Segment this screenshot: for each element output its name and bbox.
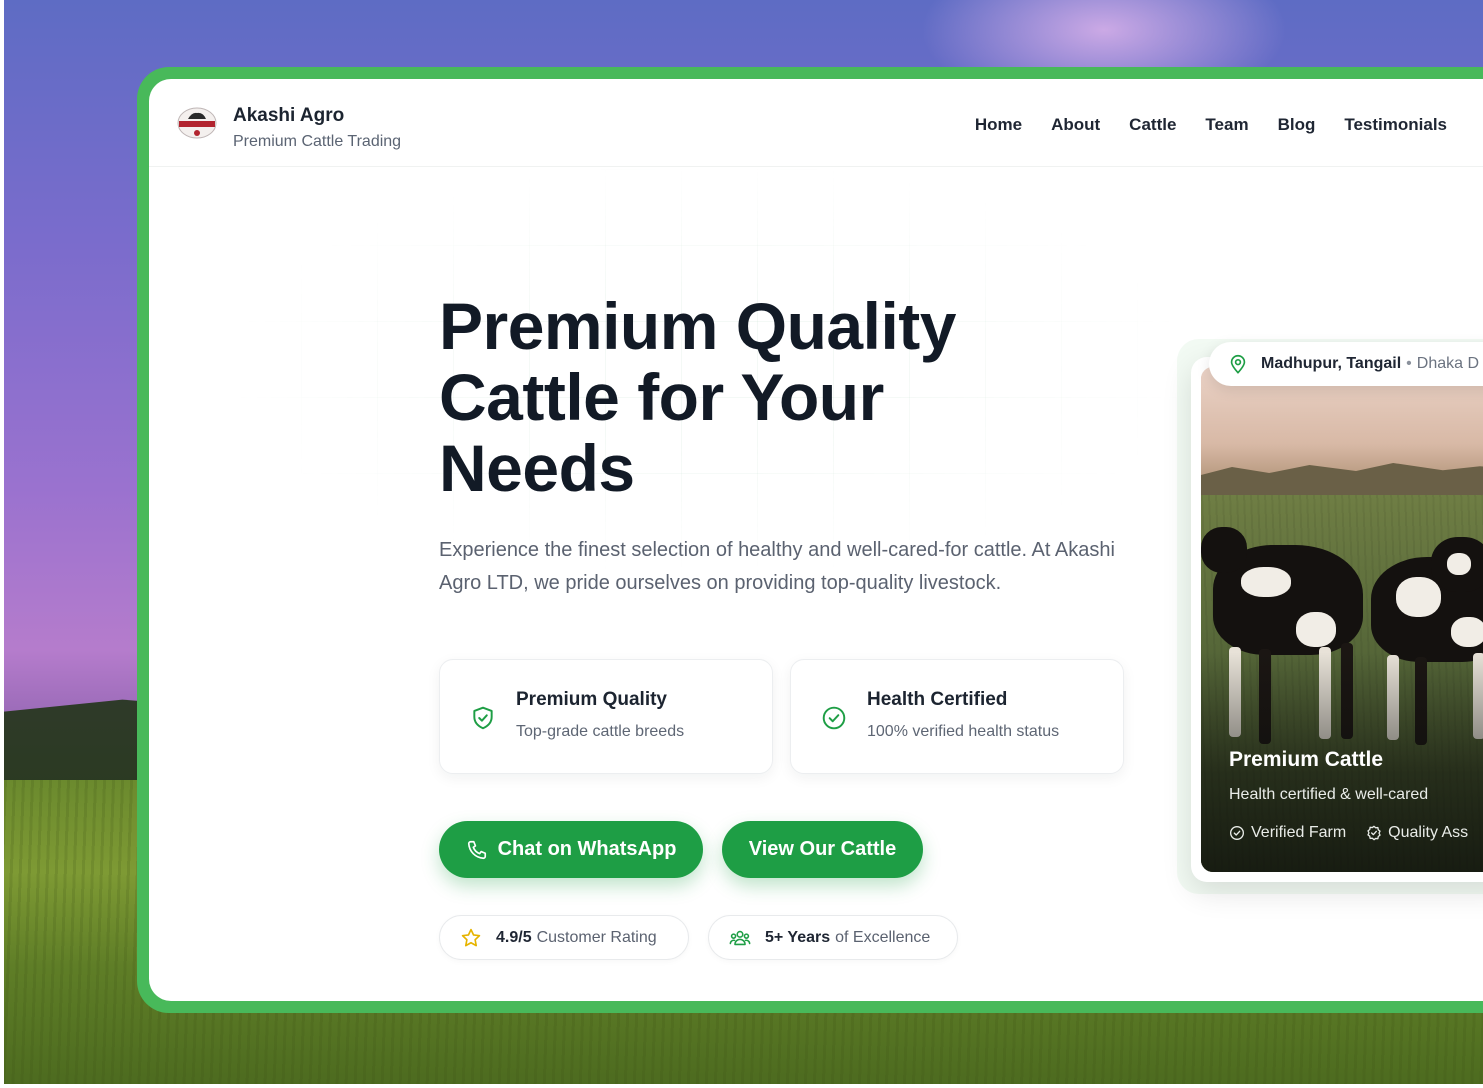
view-cattle-button[interactable]: View Our Cattle [722, 821, 923, 878]
brand-logo-icon[interactable] [176, 106, 218, 140]
chat-whatsapp-button[interactable]: Chat on WhatsApp [439, 821, 703, 878]
hero-title-line-3: Needs [439, 431, 635, 505]
cow-patch [1296, 612, 1336, 647]
feature-card-premium-quality: Premium Quality Top-grade cattle breeds [439, 659, 773, 774]
hero-title-line-2: Cattle for Your [439, 360, 884, 434]
page-viewport: Akashi Agro Premium Cattle Trading Home … [149, 79, 1483, 1001]
location-sub: Dhaka D [1416, 355, 1480, 372]
app-window-frame: Akashi Agro Premium Cattle Trading Home … [137, 67, 1483, 1013]
feature-subtitle: Top-grade cattle breeds [516, 723, 685, 740]
rating-label: Customer Rating [536, 928, 657, 946]
feature-subtitle: 100% verified health status [867, 723, 1060, 740]
verified-farm-label: Verified Farm [1251, 824, 1347, 841]
nav-testimonials[interactable]: Testimonials [1344, 115, 1447, 135]
feature-title: Health Certified [867, 689, 1008, 710]
shield-check-icon [473, 706, 493, 730]
cow-patch [1447, 553, 1471, 575]
chat-whatsapp-label: Chat on WhatsApp [497, 838, 677, 860]
quality-assured-label: Quality Ass [1388, 824, 1469, 841]
cow-head [1201, 527, 1247, 573]
premium-cattle-card[interactable]: Premium Cattle Health certified & well-c… [1191, 357, 1483, 882]
brand-tagline: Premium Cattle Trading [233, 133, 402, 150]
quality-assured-badge: Quality Ass [1366, 824, 1468, 842]
cow-patch [1396, 577, 1441, 617]
map-pin-icon [1230, 354, 1246, 374]
users-icon [729, 930, 751, 945]
experience-badge: 5+ Years of Excellence [708, 915, 958, 960]
nav-about[interactable]: About [1051, 115, 1100, 135]
years-label: of Excellence [835, 928, 931, 946]
rating-badge: 4.9/5 Customer Rating [439, 915, 689, 960]
verified-farm-badge: Verified Farm [1229, 824, 1346, 842]
hero-title: Premium Quality Cattle for Your Needs [439, 291, 1079, 504]
card-subtitle: Health certified & well-cared [1229, 786, 1429, 803]
view-cattle-label: View Our Cattle [748, 838, 897, 860]
feature-card-health-certified: Health Certified 100% verified health st… [790, 659, 1124, 774]
card-badges: Verified Farm Quality Ass [1229, 824, 1468, 842]
rating-value: 4.9/5 [496, 928, 532, 946]
location-main: Madhupur, Tangail [1261, 355, 1402, 372]
nav-blog[interactable]: Blog [1278, 115, 1316, 135]
main-nav: Home About Cattle Team Blog Testimonials [975, 115, 1447, 135]
hero-description: Experience the finest selection of healt… [439, 539, 1115, 594]
cow-patch [1451, 617, 1483, 647]
brand-name[interactable]: Akashi Agro [233, 105, 344, 127]
years-value: 5+ Years [765, 928, 831, 946]
nav-team[interactable]: Team [1205, 115, 1248, 135]
nav-home[interactable]: Home [975, 115, 1022, 135]
location-separator: • [1406, 355, 1412, 372]
card-title: Premium Cattle [1229, 748, 1384, 771]
check-circle-icon [822, 706, 846, 730]
phone-icon [467, 840, 486, 859]
check-circle-icon [1230, 826, 1244, 840]
nav-cattle[interactable]: Cattle [1129, 115, 1176, 135]
hero-title-line-1: Premium Quality [439, 289, 957, 363]
star-icon [461, 928, 481, 946]
site-header: Akashi Agro Premium Cattle Trading Home … [149, 79, 1483, 167]
cattle-photo: Premium Cattle Health certified & well-c… [1201, 367, 1483, 872]
location-pill: Madhupur, Tangail • Dhaka D [1209, 342, 1483, 386]
feature-title: Premium Quality [516, 689, 667, 710]
badge-check-icon [1367, 825, 1381, 841]
cow-patch [1241, 567, 1291, 597]
